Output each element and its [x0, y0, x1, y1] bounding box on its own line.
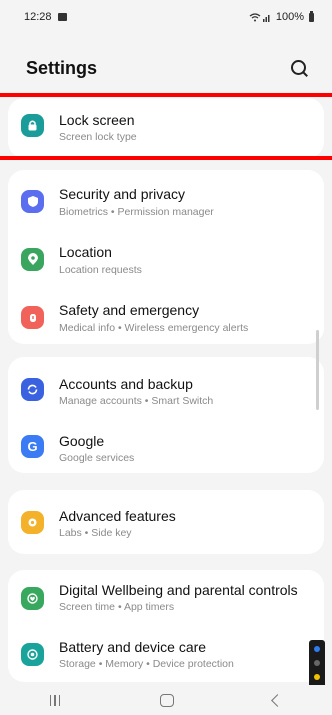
item-title: Location [59, 244, 112, 260]
item-subtitle: Labs • Side key [59, 527, 132, 539]
settings-item-digital-wellbeing[interactable]: Digital Wellbeing and parental controls … [8, 570, 324, 626]
back-icon[interactable] [271, 693, 285, 707]
battery-percent: 100% [275, 11, 304, 23]
settings-item-advanced-features[interactable]: Advanced features Labs • Side key [8, 490, 324, 554]
sync-icon [21, 378, 44, 401]
item-subtitle: Biometrics • Permission manager [59, 206, 214, 218]
item-subtitle: Storage • Memory • Device protection [59, 658, 234, 670]
settings-item-accounts-backup[interactable]: Accounts and backup Manage accounts • Sm… [8, 357, 324, 415]
settings-item-location[interactable]: Location Location requests [8, 228, 324, 286]
shield-icon [21, 190, 44, 213]
navigation-bar [0, 685, 332, 715]
item-title: Google [59, 433, 105, 449]
item-title: Lock screen [59, 112, 135, 128]
device-care-icon [21, 643, 44, 666]
tool-dot-icon [314, 674, 320, 680]
recent-apps-icon[interactable] [49, 694, 61, 706]
card-wellbeing: Digital Wellbeing and parental controls … [8, 570, 324, 682]
gear-plus-icon [21, 511, 44, 534]
tool-dot-icon [314, 660, 320, 666]
highlight-top-bar [0, 93, 332, 97]
item-title: Battery and device care [59, 639, 207, 655]
settings-item-safety-emergency[interactable]: Safety and emergency Medical info • Wire… [8, 286, 324, 344]
settings-item-battery-care[interactable]: Battery and device care Storage • Memory… [8, 626, 324, 682]
card-lock: Lock screen Screen lock type [8, 98, 324, 158]
settings-item-google[interactable]: G Google Google services [8, 415, 324, 473]
scrollbar[interactable] [316, 330, 319, 410]
emergency-icon [21, 306, 44, 329]
card-advanced: Advanced features Labs • Side key [8, 490, 324, 554]
location-pin-icon [21, 248, 44, 271]
gallery-icon [57, 13, 67, 21]
item-subtitle: Location requests [59, 264, 142, 276]
item-subtitle: Medical info • Wireless emergency alerts [59, 322, 249, 334]
wellbeing-icon [21, 587, 44, 610]
item-subtitle: Google services [59, 452, 135, 464]
item-title: Security and privacy [59, 186, 186, 202]
google-icon: G [21, 435, 44, 458]
card-accounts: Accounts and backup Manage accounts • Sm… [8, 357, 324, 473]
status-time: 12:28 [24, 11, 52, 23]
page-title: Settings [26, 57, 98, 78]
item-subtitle: Manage accounts • Smart Switch [59, 395, 214, 407]
settings-item-security-privacy[interactable]: Security and privacy Biometrics • Permis… [8, 170, 324, 228]
tool-dot-icon [314, 646, 320, 652]
card-security: Security and privacy Biometrics • Permis… [8, 170, 324, 344]
settings-header: Settings [0, 48, 332, 88]
status-bar: 12:28 100% [0, 0, 332, 34]
status-right: 100% [249, 10, 314, 23]
settings-item-lock-screen[interactable]: Lock screen Screen lock type [8, 98, 324, 158]
status-left: 12:28 [24, 11, 67, 23]
lock-icon [21, 114, 44, 137]
search-icon[interactable] [288, 57, 310, 79]
item-title: Advanced features [59, 508, 176, 524]
item-title: Safety and emergency [59, 302, 200, 318]
item-title: Digital Wellbeing and parental controls [59, 582, 298, 598]
battery-icon [309, 10, 314, 22]
item-subtitle: Screen lock type [59, 131, 137, 143]
home-icon[interactable] [159, 693, 174, 707]
wifi-signal-icon [249, 12, 270, 22]
highlight-bottom-bar [0, 156, 332, 160]
item-subtitle: Screen time • App timers [59, 601, 175, 613]
item-title: Accounts and backup [59, 376, 193, 392]
